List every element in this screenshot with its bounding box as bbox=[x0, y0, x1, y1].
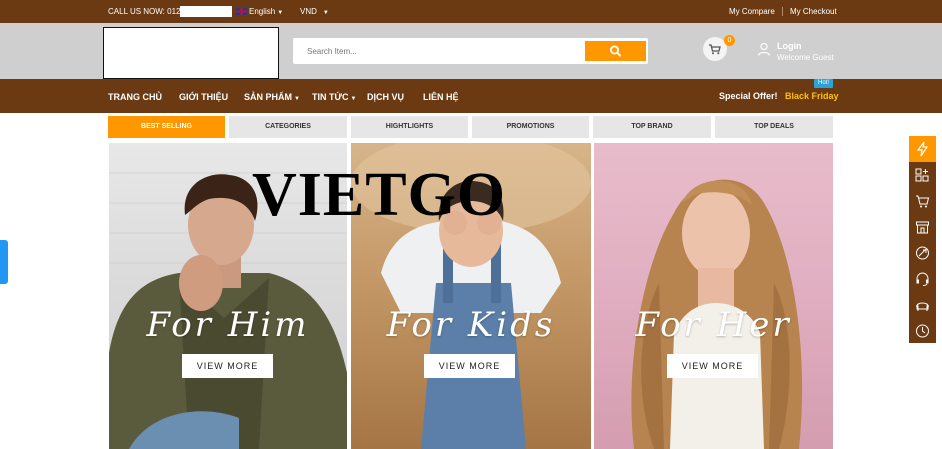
hot-badge: Hot! bbox=[814, 79, 833, 88]
page: CALL US NOW: 0123 English ▼ VND ▼ My Compa… bbox=[0, 0, 942, 449]
sofa-icon bbox=[916, 302, 929, 311]
phone-number-redacted bbox=[180, 6, 232, 17]
nav-item-contact[interactable]: LIÊN HỆ bbox=[423, 92, 459, 102]
view-more-button[interactable]: VIEW MORE bbox=[424, 354, 515, 378]
user-icon[interactable] bbox=[757, 42, 771, 56]
divider bbox=[782, 7, 783, 16]
welcome-guest-text: Welcome Guest bbox=[777, 53, 834, 62]
banner-title: For Kids bbox=[386, 305, 556, 345]
tab-best-selling[interactable]: BEST SELLING bbox=[108, 116, 225, 138]
rail-item-furniture[interactable] bbox=[909, 292, 936, 318]
rail-item-cart[interactable] bbox=[909, 188, 936, 214]
store-icon bbox=[916, 221, 929, 234]
view-more-button[interactable]: VIEW MORE bbox=[667, 354, 758, 378]
view-more-button[interactable]: VIEW MORE bbox=[182, 354, 273, 378]
nav-item-products[interactable]: SẢN PHẨM ▼ bbox=[244, 92, 300, 102]
headset-icon bbox=[916, 272, 929, 286]
login-link[interactable]: Login bbox=[777, 41, 802, 51]
flash-icon bbox=[916, 141, 929, 157]
tab-highlights[interactable]: HIGHTLIGHTS bbox=[351, 116, 468, 138]
search-button[interactable] bbox=[585, 41, 646, 61]
my-checkout-link[interactable]: My Checkout bbox=[790, 7, 837, 16]
uk-flag-icon bbox=[236, 8, 247, 15]
language-selector[interactable]: English ▼ bbox=[236, 7, 283, 16]
search-input[interactable] bbox=[295, 40, 585, 62]
cart-count-badge: 0 bbox=[724, 35, 735, 46]
black-friday-link[interactable]: Black Friday bbox=[785, 91, 839, 101]
search-bar bbox=[293, 38, 648, 64]
side-panel-toggle[interactable] bbox=[0, 240, 8, 284]
rail-item-flash[interactable] bbox=[909, 136, 936, 162]
rail-item-tags[interactable] bbox=[909, 240, 936, 266]
search-icon bbox=[609, 45, 621, 57]
nav-item-news[interactable]: TIN TỨC ▼ bbox=[312, 92, 356, 102]
currency-selector[interactable]: VND ▼ bbox=[300, 7, 329, 16]
vietgo-watermark: VIETGO bbox=[252, 161, 507, 229]
nav-item-about[interactable]: GIỚI THIỆU bbox=[179, 92, 228, 102]
cart-icon bbox=[916, 195, 930, 208]
tab-categories[interactable]: CATEGORIES bbox=[229, 116, 347, 138]
banner-title: For Her bbox=[635, 305, 792, 345]
tag-icon bbox=[916, 246, 929, 260]
tab-promotions[interactable]: PROMOTIONS bbox=[472, 116, 589, 138]
header: 0 Login Welcome Guest bbox=[0, 23, 942, 79]
nav-item-services[interactable]: DỊCH VỤ bbox=[367, 92, 404, 102]
special-offer-text: Special Offer! bbox=[719, 91, 778, 101]
banner-title: For Him bbox=[146, 305, 310, 345]
logo-placeholder[interactable] bbox=[103, 27, 279, 79]
rail-item-history[interactable] bbox=[909, 318, 936, 344]
chevron-down-icon: ▼ bbox=[322, 10, 329, 16]
tab-top-deals[interactable]: TOP DEALS bbox=[715, 116, 833, 138]
chevron-down-icon: ▼ bbox=[294, 96, 300, 102]
chevron-down-icon: ▼ bbox=[277, 10, 284, 16]
right-quick-nav bbox=[909, 136, 936, 343]
rail-item-categories[interactable] bbox=[909, 162, 936, 188]
main-nav: TRANG CHỦ GIỚI THIỆU SẢN PHẨM ▼ TIN TỨC ▼ … bbox=[0, 79, 942, 113]
tab-top-brand[interactable]: TOP BRAND bbox=[593, 116, 711, 138]
chevron-down-icon: ▼ bbox=[350, 96, 357, 102]
clock-icon bbox=[916, 324, 929, 338]
grid-add-icon bbox=[915, 168, 929, 182]
top-bar: CALL US NOW: 0123 English ▼ VND ▼ My Compa… bbox=[0, 0, 942, 23]
rail-item-store[interactable] bbox=[909, 214, 936, 240]
call-us-text: CALL US NOW: 0123 bbox=[108, 7, 185, 16]
rail-item-support[interactable] bbox=[909, 266, 936, 292]
woman-photo bbox=[631, 179, 803, 449]
my-compare-link[interactable]: My Compare bbox=[729, 7, 775, 16]
nav-item-home[interactable]: TRANG CHỦ bbox=[108, 92, 162, 102]
banner-for-her[interactable]: For Her VIEW MORE bbox=[594, 143, 833, 449]
